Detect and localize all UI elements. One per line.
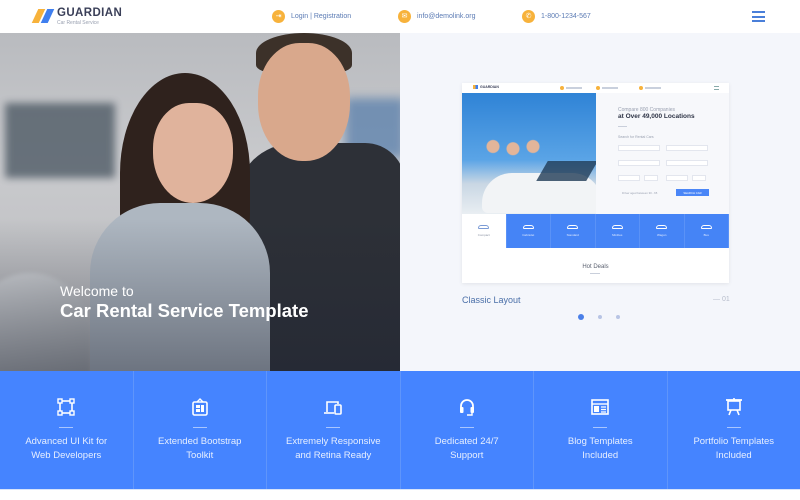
mock-header: GUARDIAN xyxy=(462,83,729,93)
feature-divider xyxy=(326,427,341,428)
feature-text: Blog Templates Included xyxy=(567,436,633,461)
mock-field xyxy=(692,175,706,181)
mock-field xyxy=(618,145,660,151)
responsive-devices-icon xyxy=(324,401,343,415)
mock-tab-standard: Standard xyxy=(551,214,596,248)
mock-hot-deals-underline xyxy=(590,273,600,274)
feature-portfolio: Portfolio Templates Included xyxy=(668,371,800,489)
hero-title: Car Rental Service Template xyxy=(60,300,309,321)
mock-field xyxy=(644,175,658,181)
login-registration-label: Login | Registration xyxy=(291,12,352,20)
car-icon xyxy=(567,225,579,229)
mock-hero-photo xyxy=(462,93,596,214)
feature-ui-kit: Advanced UI Kit for Web Developers xyxy=(0,371,134,489)
car-icon xyxy=(478,225,490,229)
feature-divider xyxy=(59,427,74,428)
mock-phone-icon xyxy=(639,86,643,90)
phone-label: 1-800-1234-567 xyxy=(541,12,591,20)
feature-divider xyxy=(726,427,741,428)
mock-tab-cabriolet: Cabriolet xyxy=(506,214,551,248)
mock-note: Driver aged between 30 - 65 xyxy=(622,191,658,195)
bootstrap-toolkit-icon xyxy=(191,398,208,416)
mock-login-icon xyxy=(560,86,564,90)
mock-search-form: Compare 800 Companies at Over 49,000 Loc… xyxy=(596,93,729,214)
feature-support: Dedicated 24/7 Support xyxy=(401,371,534,489)
login-registration-link[interactable]: ⇥ Login | Registration xyxy=(272,9,351,23)
slider-pagination xyxy=(578,314,620,320)
feature-text: Advanced UI Kit for Web Developers xyxy=(25,436,108,461)
mock-tab-bus: Bus xyxy=(684,214,729,248)
phone-icon: ✆ xyxy=(522,9,535,23)
mock-hot-deals-title: Hot Deals xyxy=(582,264,609,270)
email-label: info@demolink.org xyxy=(417,12,476,20)
hamburger-menu-icon[interactable] xyxy=(752,11,765,22)
bus-icon xyxy=(700,225,712,229)
site-header: GUARDIAN Car Rental Service ⇥ Login | Re… xyxy=(0,0,800,33)
mock-mail-icon xyxy=(596,86,600,90)
mock-search-button: SEARCH CAR xyxy=(676,189,709,196)
car-icon xyxy=(522,225,534,229)
feature-text: Extended Bootstrap Toolkit xyxy=(158,436,242,461)
slide-dot-2[interactable] xyxy=(598,315,602,319)
layout-preview-thumbnail[interactable]: GUARDIAN Compare 800 Companies at Over 4… xyxy=(462,83,729,283)
mock-logo: GUARDIAN xyxy=(473,85,499,90)
layout-number: — 01 xyxy=(713,296,730,303)
feature-responsive: Extremely Responsive and Retina Ready xyxy=(267,371,401,489)
mock-mail-text xyxy=(602,87,618,89)
brand-logo[interactable]: GUARDIAN Car Rental Service xyxy=(31,7,132,29)
mock-hot-deals: Hot Deals xyxy=(462,248,729,283)
logo-mark-icon xyxy=(31,9,55,23)
page-bottom xyxy=(0,489,800,500)
feature-divider xyxy=(593,427,608,428)
mock-field xyxy=(618,160,660,166)
ui-kit-icon xyxy=(57,398,75,416)
mock-field xyxy=(666,175,688,181)
mock-tab-compact: Compact xyxy=(462,214,507,248)
headset-support-icon xyxy=(459,399,474,416)
mock-field xyxy=(666,145,708,151)
slide-dot-3[interactable] xyxy=(616,315,620,319)
feature-text: Dedicated 24/7 Support xyxy=(434,436,499,461)
layout-preview-panel: GUARDIAN Compare 800 Companies at Over 4… xyxy=(400,33,800,371)
feature-divider xyxy=(459,427,474,428)
mock-menu-icon xyxy=(714,86,719,90)
feature-blog: Blog Templates Included xyxy=(534,371,668,489)
blog-template-icon xyxy=(591,399,610,415)
feature-bootstrap: Extended Bootstrap Toolkit xyxy=(134,371,267,489)
feature-divider xyxy=(192,427,207,428)
minibus-icon xyxy=(611,225,623,229)
email-link[interactable]: ✉ info@demolink.org xyxy=(398,9,475,23)
car-icon xyxy=(656,225,668,229)
mock-field xyxy=(666,160,708,166)
hero-welcome-text: Welcome to xyxy=(60,283,134,299)
brand-name: GUARDIAN xyxy=(57,7,123,19)
mock-tab-wagon: Wagon xyxy=(640,214,685,248)
portfolio-easel-icon xyxy=(725,398,742,416)
mock-tab-minibus: Minibus xyxy=(595,214,640,248)
mock-login-text xyxy=(566,87,582,89)
feature-text: Portfolio Templates Included xyxy=(693,436,775,461)
login-icon: ⇥ xyxy=(272,9,285,23)
brand-tagline: Car Rental Service xyxy=(57,20,99,26)
feature-text: Extremely Responsive and Retina Ready xyxy=(285,436,381,461)
mock-field xyxy=(618,175,640,181)
mock-divider xyxy=(618,126,627,127)
mock-search-label: Search for Rental Cars xyxy=(618,135,654,139)
mock-car-type-tabs: Compact Cabriolet Standard Minibus Wagon… xyxy=(462,214,729,248)
mock-heading: at Over 49,000 Locations xyxy=(618,113,695,120)
slide-dot-1[interactable] xyxy=(578,314,584,320)
layout-name[interactable]: Classic Layout xyxy=(462,295,521,305)
mail-icon: ✉ xyxy=(398,9,411,23)
features-strip: Advanced UI Kit for Web Developers Extend… xyxy=(0,371,800,489)
hero-banner: Welcome to Car Rental Service Template xyxy=(0,33,400,371)
phone-link[interactable]: ✆ 1-800-1234-567 xyxy=(522,9,591,23)
mock-phone-text xyxy=(645,87,661,89)
